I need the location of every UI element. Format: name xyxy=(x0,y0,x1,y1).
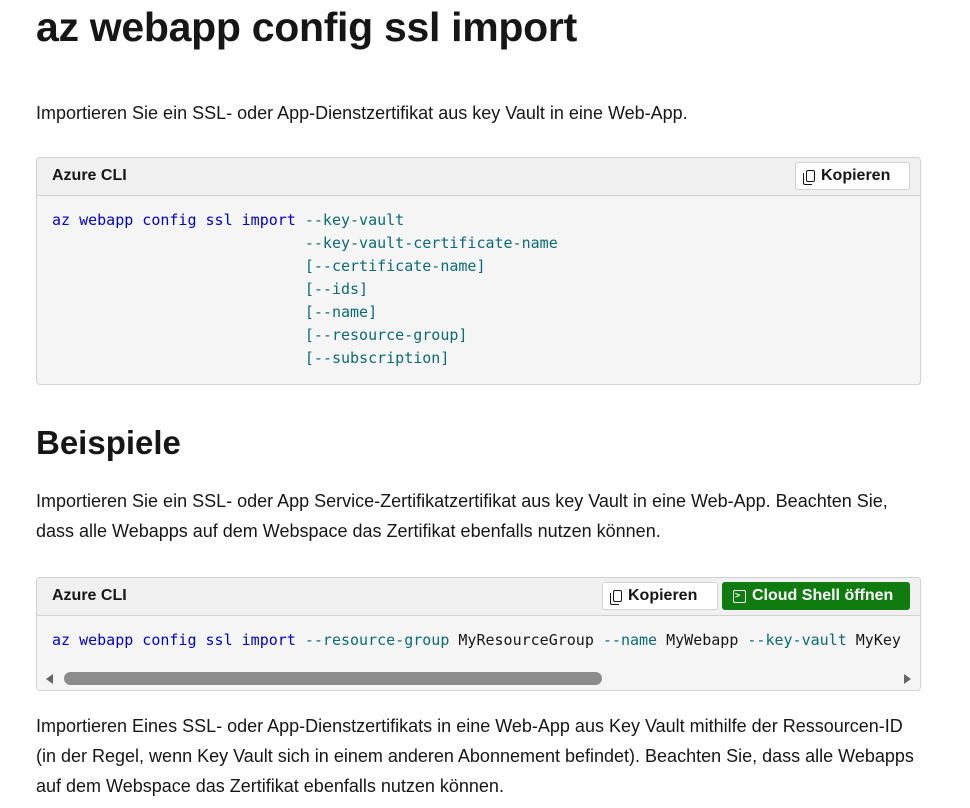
code-value: MyResourceGroup xyxy=(458,631,594,649)
code-command: az webapp config ssl import xyxy=(52,631,296,649)
example2-description: Importieren Eines SSL- oder App-Dienstze… xyxy=(36,716,914,796)
scrollbar-thumb[interactable] xyxy=(64,672,602,685)
horizontal-scrollbar[interactable] xyxy=(37,668,920,690)
example-code-block: Azure CLI Kopieren > Cloud Shell öffnen … xyxy=(36,577,921,691)
copy-icon xyxy=(610,590,622,605)
code-language-label: Azure CLI xyxy=(52,167,127,184)
code-block-header: Azure CLI Kopieren xyxy=(37,158,920,196)
code-param: --resource-group xyxy=(304,631,450,649)
copy-button[interactable]: Kopieren xyxy=(602,582,718,610)
scroll-right-icon[interactable] xyxy=(904,674,911,684)
copy-button[interactable]: Kopieren xyxy=(795,162,910,190)
code-param: --key-vault-certificate-name xyxy=(304,234,558,252)
code-value: MyKey xyxy=(855,631,901,649)
open-cloud-shell-button[interactable]: > Cloud Shell öffnen xyxy=(722,582,910,610)
copy-button-label: Kopieren xyxy=(821,167,891,184)
scroll-left-icon[interactable] xyxy=(46,674,53,684)
code-param: [--ids] xyxy=(304,280,369,298)
example1-description: Importieren Sie ein SSL- oder App Servic… xyxy=(36,491,888,541)
code-param: [--resource-group] xyxy=(304,326,468,344)
copy-icon xyxy=(803,170,815,185)
code-language-label: Azure CLI xyxy=(52,587,127,604)
code-param: --name xyxy=(602,631,658,649)
code-param: [--subscription] xyxy=(304,349,450,367)
code-param: --key-vault xyxy=(304,211,405,229)
cloud-shell-button-label: Cloud Shell öffnen xyxy=(752,587,894,604)
code-param: [--name] xyxy=(304,303,378,321)
page-title: az webapp config ssl import xyxy=(36,4,577,50)
example-code: az webapp config ssl import --resource-g… xyxy=(37,616,920,652)
copy-button-label: Kopieren xyxy=(628,587,698,604)
code-block-header: Azure CLI Kopieren > Cloud Shell öffnen xyxy=(37,578,920,616)
syntax-code-block: Azure CLI Kopieren az webapp config ssl … xyxy=(36,157,921,385)
examples-heading: Beispiele xyxy=(36,424,181,461)
code-command: az webapp config ssl import xyxy=(52,211,296,229)
code-param: --key-vault xyxy=(747,631,847,649)
code-param: [--certificate-name] xyxy=(304,257,486,275)
terminal-icon: > xyxy=(733,589,746,603)
page-description: Importieren Sie ein SSL- oder App-Dienst… xyxy=(36,103,688,123)
code-value: MyWebapp xyxy=(666,631,739,649)
syntax-code: az webapp config ssl import --key-vault … xyxy=(37,196,920,370)
